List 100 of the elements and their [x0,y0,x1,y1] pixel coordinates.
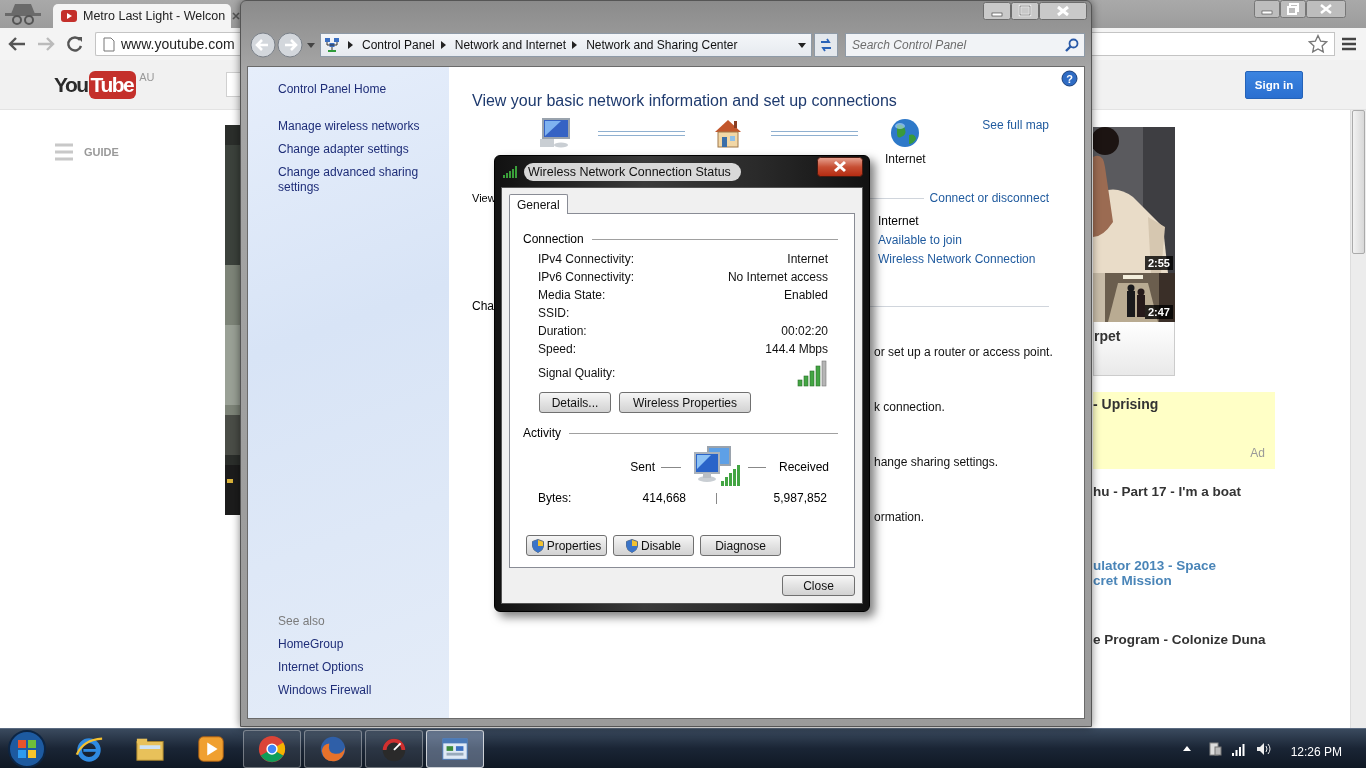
breadcrumb-item[interactable]: Network and Internet [454,38,567,52]
clock[interactable]: 12:26 PM [1290,744,1342,759]
address-field[interactable]: www.youtube.com [95,32,240,56]
shield-icon [626,538,638,553]
field-label: SSID: [538,306,570,320]
signal-bars-icon [797,359,828,387]
task-description: or set up a router or access point. [874,345,1053,359]
browser-tab[interactable]: Metro Last Light - Welcon [53,4,231,28]
address-field[interactable] [1092,32,1335,56]
action-button[interactable]: Properties [526,535,607,556]
sign-in-button[interactable]: Sign in [1245,70,1303,99]
close-button[interactable] [817,157,863,177]
sidebar-link[interactable]: Change adapter settings [278,142,409,157]
tab[interactable]: General [509,194,568,214]
play-icon [61,10,77,22]
region-label: AU [139,70,155,83]
sidebar-link[interactable]: HomeGroup [278,637,344,652]
close-button[interactable]: Close [782,575,855,596]
menu-icon[interactable] [1341,37,1357,51]
chevron-icon[interactable] [572,41,578,49]
search-icon[interactable] [1065,38,1079,52]
ad-label: Ad [1250,446,1265,460]
video-title[interactable]: ulator 2013 - Space cret Mission [1093,558,1350,588]
section-heading: See also [278,614,326,629]
sidebar-link[interactable]: Manage wireless networks [278,119,420,134]
field-value: 144.4 Mbps [765,342,828,356]
window-title: Wireless Network Connection Status [524,162,741,181]
action-button[interactable]: Disable [613,535,694,556]
action-button[interactable]: Diagnose [700,535,781,556]
page-icon [103,36,115,52]
wireless-properties-button[interactable]: Wireless Properties [619,392,751,413]
close-icon[interactable] [232,12,240,20]
play-icon [196,733,226,764]
star-icon[interactable] [1308,34,1328,54]
field-value: Enabled [783,288,828,302]
field-label: Speed: [538,342,577,356]
logo-text[interactable]: You [54,70,88,99]
video-card[interactable]: rpet [1093,322,1175,376]
sidebar-link[interactable]: Internet Options [278,660,364,675]
scrollbar[interactable] [1350,110,1366,728]
restore-button[interactable] [1280,0,1306,18]
available-link[interactable]: Available to join [878,231,962,250]
group-heading: Activity [523,426,561,440]
minimize-button[interactable] [983,2,1011,20]
received-label: Received [778,460,829,474]
task-description: hange sharing settings. [874,455,999,469]
sidebar-link[interactable]: Control Panel Home [278,82,387,97]
minimize-button[interactable] [1254,0,1280,18]
details-button[interactable]: Details... [539,392,611,413]
field-label: Bytes: [538,491,573,505]
bytes-received-value: 5,987,852 [772,491,828,505]
video-title[interactable]: rpet [1094,328,1121,344]
search-field[interactable] [226,72,240,97]
duration-badge: 2:47 [1144,305,1173,319]
video-title[interactable]: hu - Part 17 - I'm a boat [1093,484,1350,499]
sidebar-link[interactable]: Windows Firewall [278,683,372,698]
round-logo-icon [257,733,287,764]
video-title[interactable]: e Program - Colonize Duna [1093,632,1350,647]
field-label: Media State: [538,288,606,302]
field-value: No Internet access [727,270,828,284]
caret-icon[interactable] [798,42,806,48]
group-heading: Connection [523,232,584,246]
taskbar-button[interactable] [426,729,484,768]
node-label: Internet [885,153,926,166]
logo-text[interactable]: Tube [88,70,137,99]
monitor-icon[interactable] [539,117,571,149]
chevron-icon[interactable] [348,41,353,49]
back-icon[interactable] [8,35,26,53]
search-field[interactable]: Search Control Panel [845,33,1085,57]
taskbar-button[interactable] [243,729,301,768]
field-value: Internet [787,252,828,266]
caret-icon[interactable] [1182,746,1191,751]
globe-icon[interactable] [889,117,922,149]
network-icon [324,37,340,53]
sidebar-link[interactable]: Change advanced sharing settings [278,165,449,195]
scrollbar-thumb[interactable] [1352,110,1365,254]
access-type-value: Internet [878,213,919,230]
forward-button[interactable] [277,32,303,58]
field-label: IPv4 Connectivity: [538,252,635,266]
connection-link[interactable]: Wireless Network Connection [878,250,1036,269]
field-label: Signal Quality: [538,366,616,380]
back-button[interactable] [250,32,276,58]
maximize-button[interactable] [1011,2,1039,20]
sent-label: Sent [630,460,655,474]
task-description: ormation. [874,510,925,524]
refresh-button[interactable] [814,33,838,57]
chevron-icon[interactable] [440,41,446,49]
address-bar[interactable]: Control Panel Network and Internet Network and Sharing Center [320,33,812,57]
bytes-sent-value: 414,668 [641,491,686,505]
breadcrumb-item[interactable]: Control Panel [362,38,435,52]
help-button[interactable]: ? [1061,70,1078,87]
device-icon[interactable] [1206,740,1223,757]
connect-link[interactable]: Connect or disconnect [929,191,1049,205]
ad-title[interactable]: - Uprising [1093,396,1275,412]
reload-icon[interactable] [66,35,84,53]
signal-icon [503,165,518,178]
field-value: 00:02:20 [781,324,828,338]
breadcrumb-item[interactable]: Network and Sharing Center [586,38,738,52]
see-full-map-link[interactable]: See full map [982,118,1049,132]
start-button[interactable] [7,728,47,768]
